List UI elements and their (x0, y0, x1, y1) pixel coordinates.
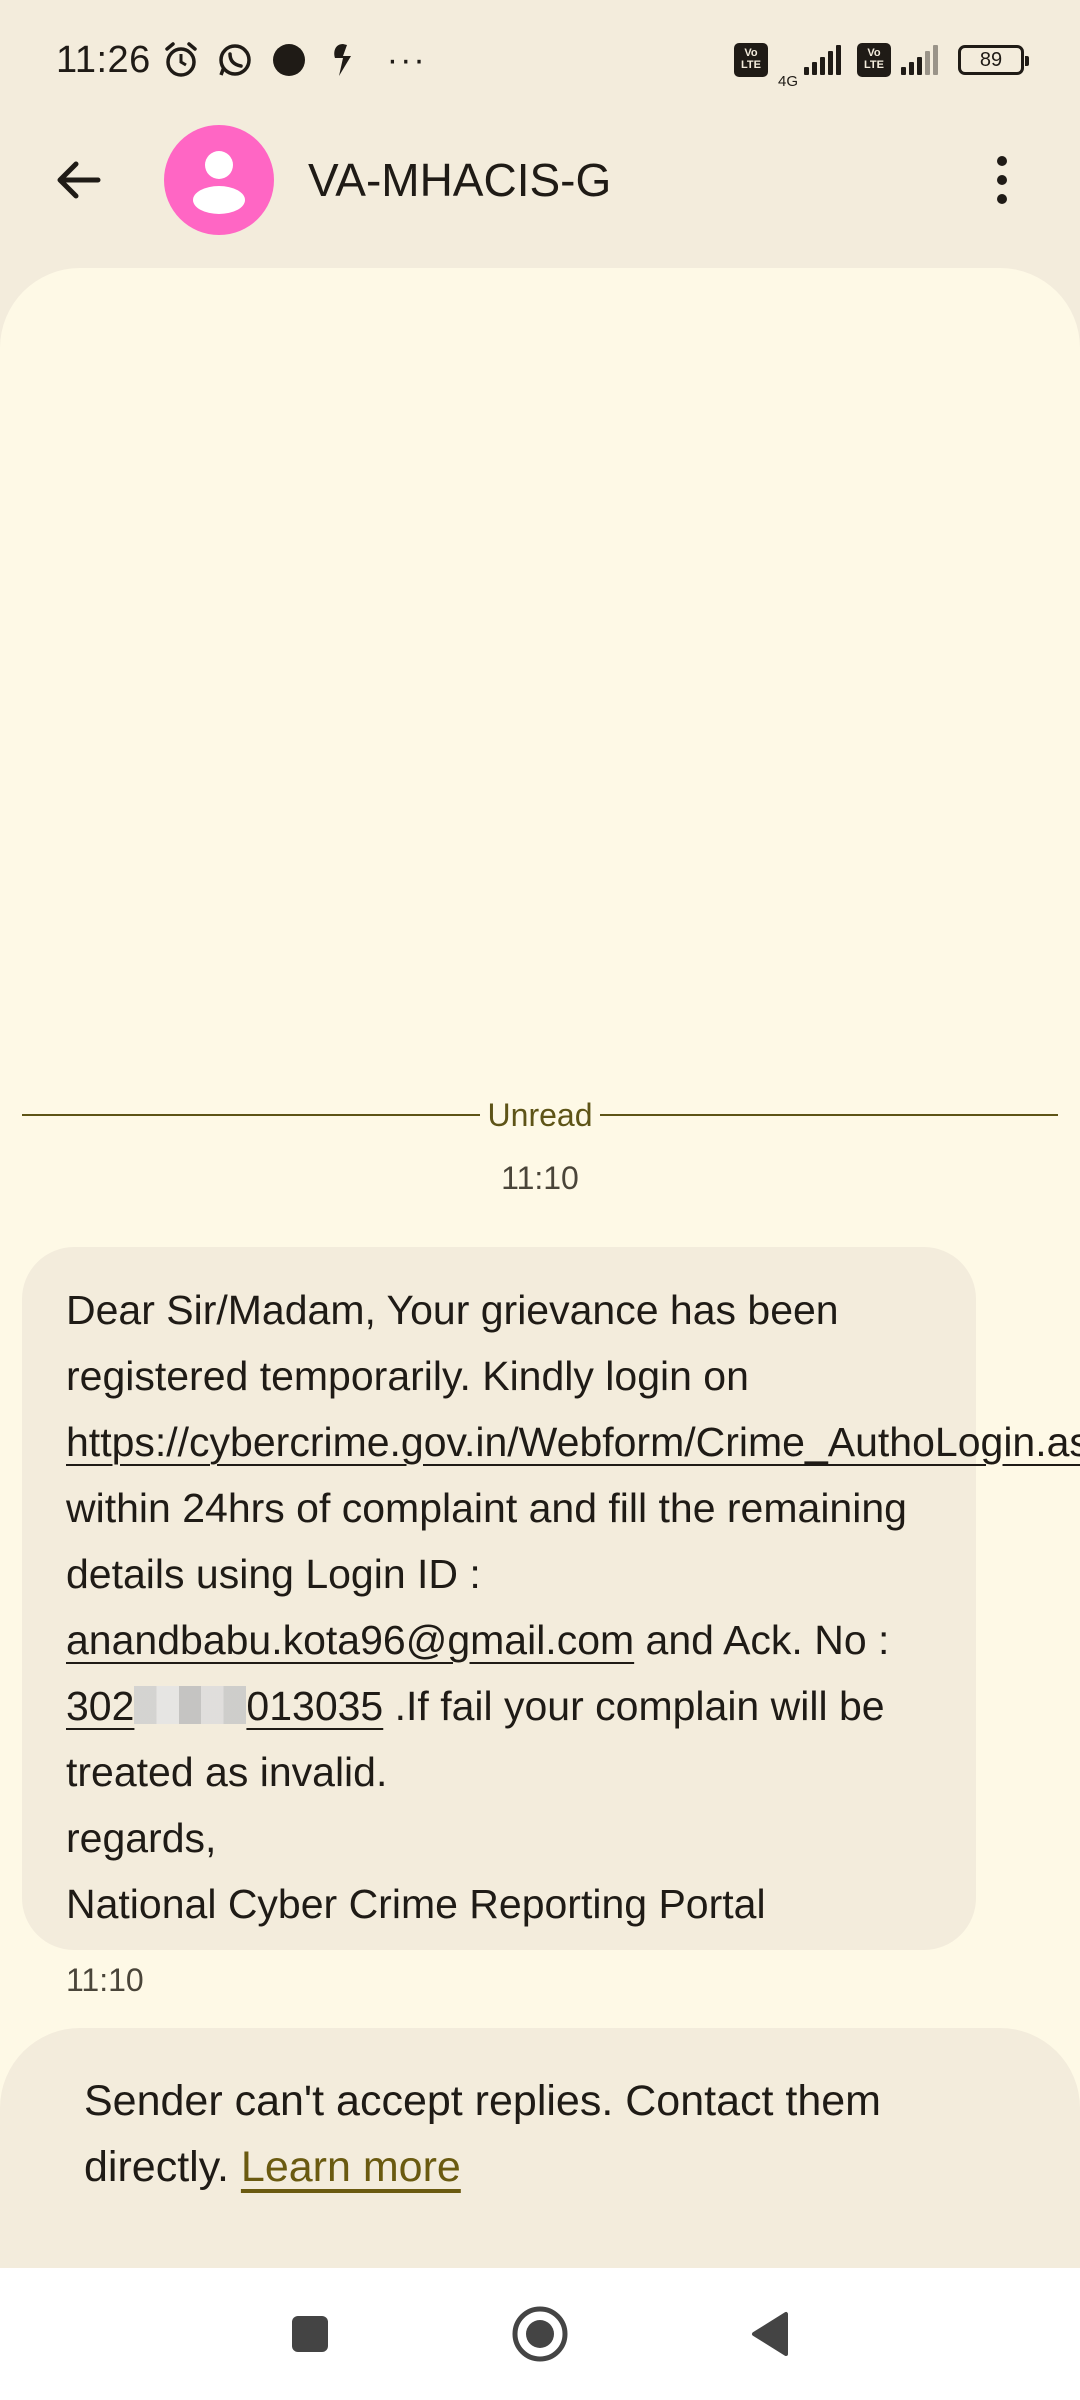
email-link[interactable]: anandbabu.kota96@gmail.com (66, 1617, 634, 1663)
message-text: within 24hrs of complaint and fill the r… (66, 1485, 907, 1597)
network-label: 4G (777, 72, 798, 90)
battery-level: 89 (979, 48, 1003, 71)
back-nav-button[interactable] (735, 2299, 805, 2369)
arrow-back-icon (57, 161, 101, 199)
status-right: Vo LTE 4G Vo LTE 89 (733, 31, 1029, 90)
divider-line (22, 1114, 480, 1116)
message-time: 11:10 (66, 1962, 144, 1998)
app-bar: VA-MHACIS-G (0, 120, 1080, 240)
status-time: 11:26 (56, 38, 151, 81)
reply-notice: Sender can't accept replies. Contact the… (0, 2028, 1080, 2268)
back-button[interactable] (38, 140, 118, 220)
avatar[interactable] (164, 125, 274, 235)
redacted-digits (134, 1686, 247, 1724)
notification-icon (323, 40, 363, 80)
contact-name: VA-MHACIS-G (308, 154, 612, 206)
signal-strength-icon-2 (901, 45, 938, 75)
whatsapp-icon (215, 40, 255, 80)
message-regards: regards, (66, 1815, 217, 1861)
circle-home-icon (512, 2306, 568, 2362)
status-icons-left: ··· (161, 40, 427, 80)
record-dot-icon (269, 40, 309, 80)
message-link[interactable]: https://cybercrime.gov.in/Webform/Crime_… (66, 1419, 1080, 1465)
more-options-button[interactable] (962, 140, 1042, 220)
home-button[interactable] (505, 2299, 575, 2369)
volte-icon: Vo LTE (733, 43, 768, 77)
square-icon (292, 2316, 328, 2352)
volte-icon-2: Vo LTE (857, 43, 891, 77)
recents-button[interactable] (275, 2299, 345, 2369)
status-bar: 11:26 ··· Vo LTE 4G Vo LTE 89 (0, 0, 1080, 120)
unread-label: Unread (487, 1096, 593, 1133)
overflow-dots: ··· (386, 41, 427, 79)
triangle-back-icon (752, 2312, 788, 2356)
more-vert-icon (997, 156, 1007, 204)
unread-divider: Unread (22, 1097, 1059, 1133)
message-text: Dear Sir/Madam, Your grievance has been … (66, 1287, 839, 1399)
conversation-timestamp: 11:10 (501, 1160, 579, 1196)
divider-line (600, 1114, 1059, 1116)
message-signature: National Cyber Crime Reporting Portal (66, 1881, 766, 1927)
person-icon (193, 151, 245, 214)
battery-icon: 89 (958, 45, 1029, 75)
message-text: and Ack. No : (634, 1617, 890, 1663)
signal-strength-icon (804, 45, 841, 75)
alarm-icon (161, 40, 201, 80)
ack-number-link[interactable]: 302 013035 (66, 1683, 383, 1729)
learn-more-link[interactable]: Learn more (241, 2143, 461, 2191)
reply-notice-text: Sender can't accept replies. Contact the… (84, 2077, 881, 2191)
message-bubble[interactable]: Dear Sir/Madam, Your grievance has been … (22, 1247, 1080, 1950)
navigation-bar (0, 2268, 1080, 2400)
